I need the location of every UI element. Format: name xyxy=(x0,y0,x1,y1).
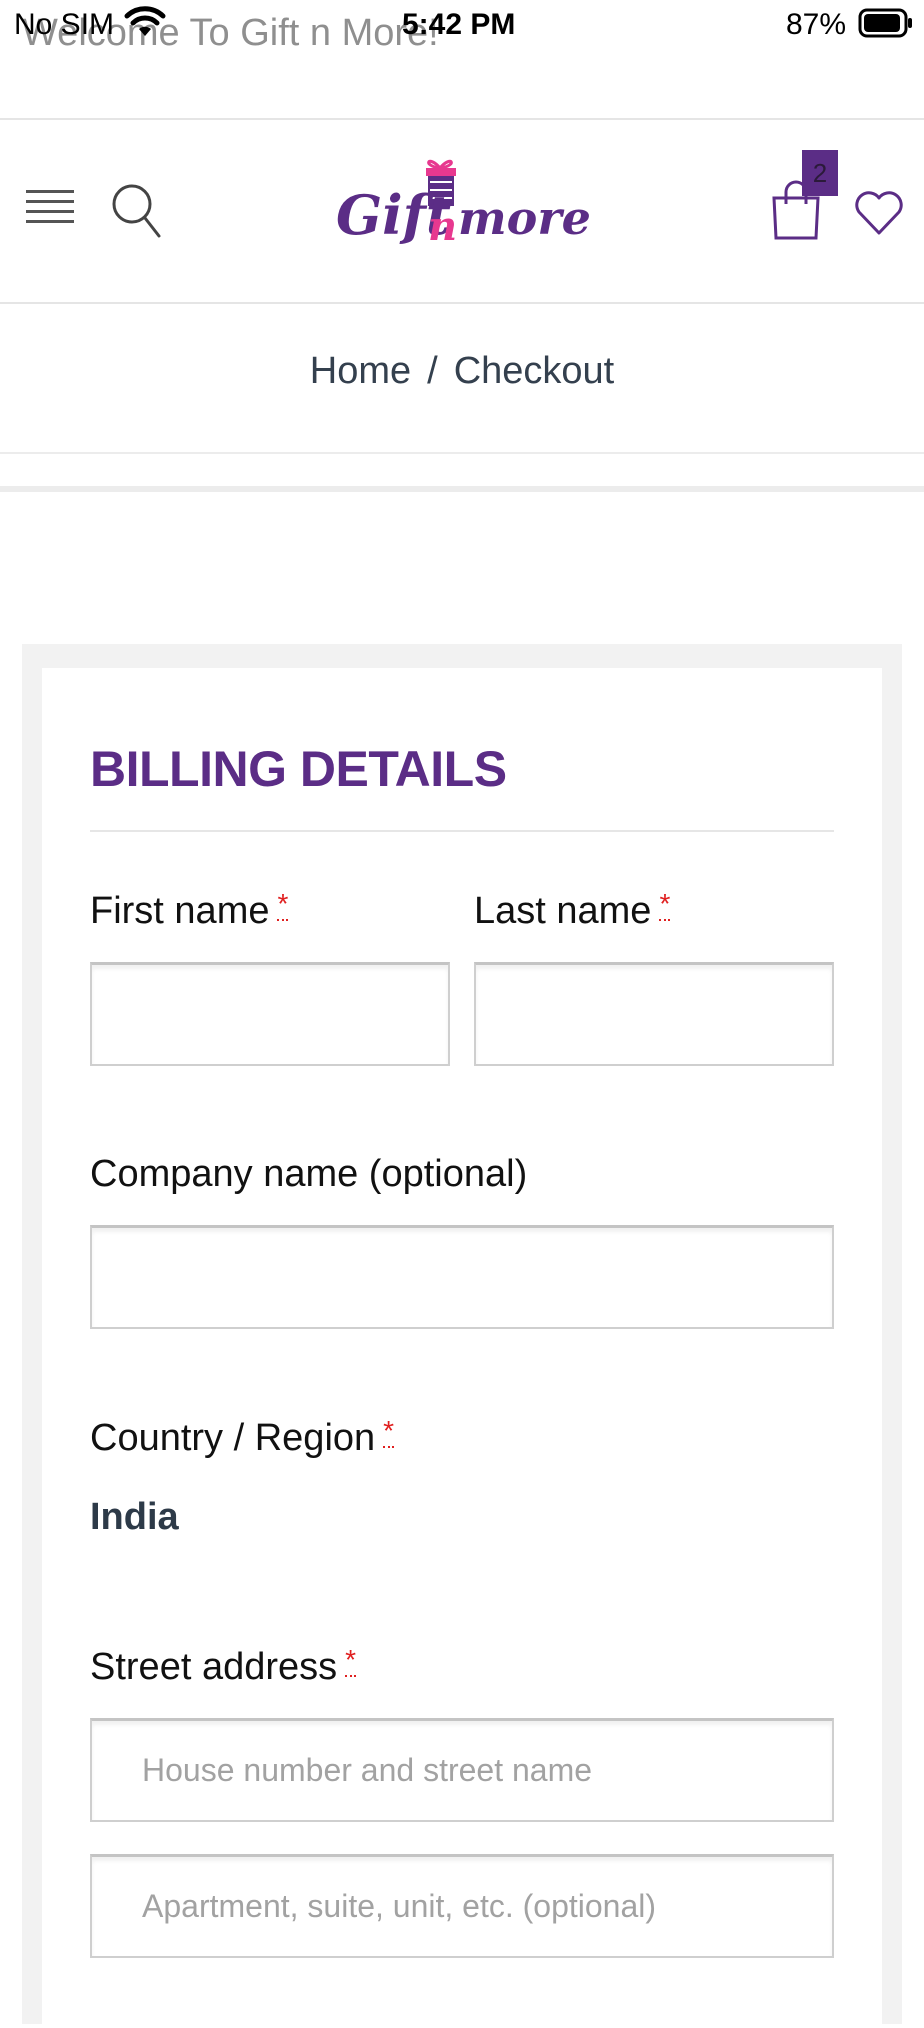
last-name-label: Last name * xyxy=(474,888,671,933)
cart-count-badge[interactable]: 2 xyxy=(802,150,838,196)
site-logo[interactable]: Gift n more xyxy=(332,148,596,273)
company-name-label: Company name (optional) xyxy=(90,1153,528,1195)
last-name-label-text: Last name xyxy=(474,890,652,932)
menu-icon[interactable] xyxy=(26,190,74,232)
street-address-label: Street address * xyxy=(90,1644,357,1689)
breadcrumb-home-link[interactable]: Home xyxy=(310,350,411,392)
battery-icon xyxy=(858,8,914,43)
breadcrumb: Home / Checkout xyxy=(0,350,924,393)
first-name-label: First name * xyxy=(90,888,289,933)
country-region-label: Country / Region * xyxy=(90,1415,395,1460)
clock: 5:42 PM xyxy=(402,8,516,41)
first-name-field[interactable] xyxy=(90,962,450,1066)
header-bottom-divider xyxy=(0,302,924,304)
carrier-label: No SIM xyxy=(14,8,115,41)
country-value: India xyxy=(90,1496,179,1538)
status-bar: Welcome To Gift n More! No SIM 5:42 PM 8… xyxy=(0,0,924,54)
search-icon[interactable] xyxy=(110,182,162,245)
street-address-label-text: Street address xyxy=(90,1646,338,1688)
wifi-icon xyxy=(124,6,166,43)
country-region-label-text: Country / Region xyxy=(90,1417,376,1459)
svg-text:n: n xyxy=(428,203,457,250)
heart-icon[interactable] xyxy=(854,190,904,241)
required-marker: * xyxy=(345,1644,357,1677)
billing-panel xyxy=(42,668,882,2028)
breadcrumb-separator: / xyxy=(427,350,438,392)
billing-details-heading: BILLING DETAILS xyxy=(90,741,507,797)
company-name-field[interactable] xyxy=(90,1225,834,1329)
street-address-line2-field[interactable] xyxy=(90,1854,834,1958)
required-marker: * xyxy=(277,888,289,921)
billing-heading-divider xyxy=(90,830,834,832)
required-marker: * xyxy=(659,888,671,921)
section-divider xyxy=(0,486,924,492)
breadcrumb-current: Checkout xyxy=(453,350,615,392)
svg-text:more: more xyxy=(458,191,591,245)
last-name-field[interactable] xyxy=(474,962,834,1066)
breadcrumb-divider xyxy=(0,452,924,454)
first-name-label-text: First name xyxy=(90,890,270,932)
battery-percentage: 87% xyxy=(786,8,847,41)
required-marker: * xyxy=(383,1415,395,1448)
street-address-line1-field[interactable] xyxy=(90,1718,834,1822)
